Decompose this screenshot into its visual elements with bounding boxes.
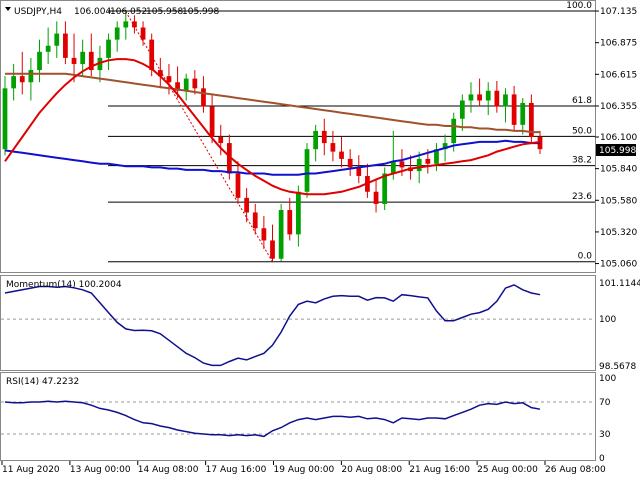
bear-candle (347, 158, 353, 168)
time-axis: 11 Aug 2020 13 Aug 00:00 14 Aug 08:00 17 Au… (1, 461, 606, 475)
chart-canvas: 100.0 61.8 50.0 38.2 23.6 0.0 101.1144 100 98.5… (0, 0, 640, 475)
bear-candle (339, 151, 344, 159)
bear-candle (19, 76, 25, 83)
bear-candle (63, 33, 68, 58)
symbol-label: USDJPY,H4 (14, 7, 62, 17)
time-tick-label: 13 Aug 00:00 (70, 465, 131, 475)
time-tick-label: 25 Aug 00:00 (477, 465, 538, 475)
bull-candle (390, 161, 396, 174)
bull-candle (28, 70, 34, 83)
price-tick-label: 106.875 (600, 39, 637, 49)
close-value: 105.998 (182, 7, 219, 17)
momentum-label: Momentum(14) 100.2004 (6, 280, 122, 290)
chart-window: 100.0 61.8 50.0 38.2 23.6 0.0 101.1144 100 98.5… (0, 0, 640, 480)
price-tick-label: 105.580 (600, 196, 637, 206)
current-price-text: 105.998 (599, 146, 636, 156)
bull-candle (503, 94, 508, 107)
bear-candle (270, 240, 275, 259)
bear-candle (192, 78, 198, 89)
price-tick-label: 106.615 (600, 70, 637, 80)
bull-candle (278, 210, 284, 259)
time-tick-label: 21 Aug 16:00 (409, 465, 470, 475)
bear-candle (71, 57, 77, 64)
bull-candle (313, 130, 319, 150)
bear-candle (132, 21, 137, 28)
bear-candle (321, 130, 327, 144)
rsi-panel (0, 372, 596, 461)
momentum-tick-label: 100 (599, 315, 616, 325)
bull-candle (459, 100, 465, 119)
bull-candle (296, 191, 301, 235)
momentum-tick-label: 101.1144 (599, 279, 640, 289)
bull-candle (183, 78, 189, 91)
rsi-tick-label: 0 (599, 454, 605, 464)
bear-candle (149, 39, 155, 71)
price-tick-label: 105.840 (600, 165, 637, 175)
bull-candle (114, 27, 120, 40)
fib-level-label: 61.8 (572, 96, 592, 106)
bull-candle (2, 88, 8, 150)
bear-candle (330, 143, 336, 152)
bear-candle (477, 94, 482, 101)
bear-candle (373, 191, 379, 204)
bear-candle (261, 228, 267, 241)
bear-candle (201, 88, 206, 107)
bull-candle (416, 158, 422, 172)
rsi-label: RSI(14) 47.2232 (6, 377, 79, 387)
bull-candle (123, 21, 129, 28)
bull-candle (382, 173, 388, 204)
time-tick-label: 17 Aug 16:00 (206, 465, 267, 475)
price-tick-label: 106.100 (600, 133, 637, 143)
price-tick-label: 106.355 (600, 102, 637, 112)
low-value: 105.958 (146, 7, 183, 17)
bull-candle (468, 94, 474, 101)
bull-candle (485, 90, 491, 101)
time-tick-label: 20 Aug 08:00 (341, 465, 402, 475)
momentum-tick-label: 98.5678 (599, 362, 636, 372)
bull-candle (80, 51, 86, 64)
bull-candle (304, 149, 310, 192)
bear-candle (235, 173, 241, 198)
bear-candle (356, 167, 362, 176)
bear-candle (209, 106, 215, 137)
time-tick-label: 11 Aug 2020 (2, 465, 60, 475)
bear-candle (166, 76, 172, 83)
bull-candle (54, 33, 60, 46)
price-tick-label: 105.060 (600, 260, 637, 270)
bear-candle (494, 90, 500, 107)
rsi-tick-label: 30 (599, 430, 611, 440)
bear-candle (399, 161, 405, 168)
fib-level-label: 100.0 (566, 1, 592, 11)
time-tick-label: 26 Aug 08:00 (545, 465, 606, 475)
fib-level-label: 38.2 (572, 156, 592, 166)
high-value: 106.052 (110, 7, 147, 17)
open-value: 106.004 (74, 7, 111, 17)
time-tick-label: 14 Aug 08:00 (138, 465, 199, 475)
rsi-tick-label: 100 (599, 374, 616, 384)
bear-candle (425, 158, 431, 164)
price-tick-label: 107.135 (600, 7, 637, 17)
bull-candle (11, 76, 17, 89)
bear-candle (252, 212, 258, 229)
bull-candle (451, 118, 457, 144)
bear-candle (287, 210, 293, 235)
time-tick-label: 19 Aug 00:00 (274, 465, 335, 475)
fib-level-label: 23.6 (572, 192, 592, 202)
bull-candle (106, 39, 111, 58)
bear-candle (244, 197, 249, 213)
price-axis: 107.135 106.875 106.615 106.355 106.100 105.8… (595, 7, 637, 270)
rsi-tick-label: 70 (599, 398, 611, 408)
bull-candle (45, 45, 51, 52)
bear-candle (140, 27, 146, 40)
bear-candle (511, 94, 517, 125)
price-tick-label: 105.320 (600, 228, 637, 238)
fib-level-label: 50.0 (572, 126, 592, 136)
bull-candle (520, 102, 526, 125)
fib-level-label: 0.0 (578, 252, 593, 262)
bull-candle (37, 51, 42, 71)
bear-candle (218, 137, 224, 144)
